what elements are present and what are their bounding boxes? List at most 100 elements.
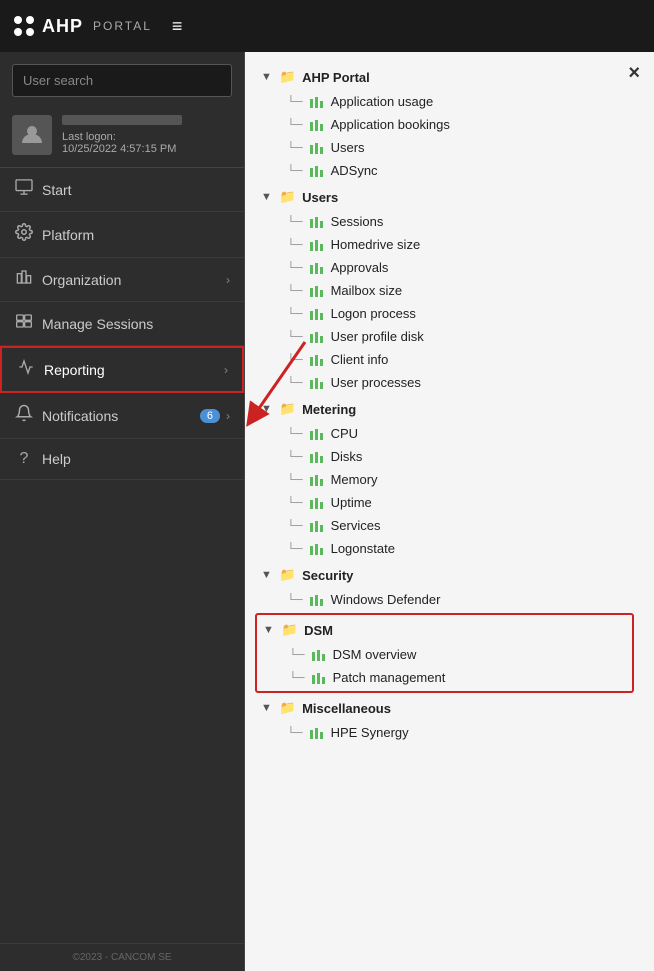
collapse-arrow-icon: ▼ xyxy=(261,403,272,415)
tree-item-services[interactable]: └─ Services xyxy=(283,514,634,537)
tree-item-user-processes[interactable]: └─ User processes xyxy=(283,371,634,394)
logo: AHP PORTAL xyxy=(14,16,152,37)
collapse-arrow-icon: ▼ xyxy=(261,569,272,581)
close-button[interactable]: × xyxy=(628,62,640,85)
tree-children-ahp-portal: └─ Application usage └─ Application book… xyxy=(283,90,634,182)
tree-item-approvals[interactable]: └─ Approvals xyxy=(283,256,634,279)
tree-children-security: └─ Windows Defender xyxy=(283,588,634,611)
collapse-arrow-icon: ▼ xyxy=(263,624,274,636)
sidebar-item-manage-sessions-label: Manage Sessions xyxy=(42,316,153,332)
tree-item-approvals-label: Approvals xyxy=(331,260,389,275)
tree-folder-users[interactable]: ▼ 📁 Users xyxy=(259,184,634,210)
chart-icon xyxy=(309,307,325,321)
sidebar-item-reporting[interactable]: Reporting › xyxy=(0,346,244,393)
tree-item-adsync[interactable]: └─ ADSync xyxy=(283,159,634,182)
tree-item-memory-label: Memory xyxy=(331,472,378,487)
sessions-icon xyxy=(14,313,34,334)
tree-item-user-profile-disk[interactable]: └─ User profile disk xyxy=(283,325,634,348)
tree-item-application-bookings[interactable]: └─ Application bookings xyxy=(283,113,634,136)
tree-item-windows-defender[interactable]: └─ Windows Defender xyxy=(283,588,634,611)
chevron-right-icon: › xyxy=(226,409,230,423)
user-logon-time: 10/25/2022 4:57:15 PM xyxy=(62,143,232,155)
sidebar-item-platform-label: Platform xyxy=(42,227,94,243)
logo-portal: PORTAL xyxy=(93,19,152,33)
chart-icon xyxy=(309,118,325,132)
sidebar-item-manage-sessions[interactable]: Manage Sessions xyxy=(0,302,244,346)
dropdown-scroll[interactable]: ▼ 📁 AHP Portal └─ Application usage └─ A… xyxy=(245,52,654,971)
tree-item-homedrive-size[interactable]: └─ Homedrive size xyxy=(283,233,634,256)
sidebar-item-organization[interactable]: Organization › xyxy=(0,258,244,302)
tree-item-mailbox-size[interactable]: └─ Mailbox size xyxy=(283,279,634,302)
tree-folder-users-label: Users xyxy=(302,190,338,205)
tree-item-cpu[interactable]: └─ CPU xyxy=(283,422,634,445)
logo-text: AHP xyxy=(42,16,83,37)
chart-icon xyxy=(309,496,325,510)
tree-folder-metering[interactable]: ▼ 📁 Metering xyxy=(259,396,634,422)
user-name-bar xyxy=(62,115,182,125)
tree-item-uptime[interactable]: └─ Uptime xyxy=(283,491,634,514)
sidebar-item-notifications[interactable]: Notifications 6 › xyxy=(0,393,244,439)
tree-item-logon-process-label: Logon process xyxy=(331,306,416,321)
user-section: Last logon: 10/25/2022 4:57:15 PM xyxy=(0,105,244,168)
tree-folder-miscellaneous[interactable]: ▼ 📁 Miscellaneous xyxy=(259,695,634,721)
tree-item-users-ahp[interactable]: └─ Users xyxy=(283,136,634,159)
tree-folder-dsm[interactable]: ▼ 📁 DSM xyxy=(261,617,628,643)
search-input[interactable] xyxy=(12,64,232,97)
folder-icon: 📁 xyxy=(280,189,296,205)
dropdown-panel: × ▼ 📁 AHP Portal xyxy=(245,52,654,971)
tree-folder-security[interactable]: ▼ 📁 Security xyxy=(259,562,634,588)
sidebar-item-start[interactable]: Start xyxy=(0,168,244,212)
chart-icon xyxy=(309,141,325,155)
sidebar-item-help-label: Help xyxy=(42,451,71,467)
tree-item-cpu-label: CPU xyxy=(331,426,358,441)
sidebar-item-help[interactable]: ? Help xyxy=(0,439,244,480)
tree-item-logonstate[interactable]: └─ Logonstate xyxy=(283,537,634,560)
header: AHP PORTAL ≡ xyxy=(0,0,654,52)
tree-folder-ahp-portal[interactable]: ▼ 📁 AHP Portal xyxy=(259,64,634,90)
tree-item-adsync-label: ADSync xyxy=(331,163,378,178)
tree-item-hpe-synergy[interactable]: └─ HPE Synergy xyxy=(283,721,634,744)
tree-group-miscellaneous: ▼ 📁 Miscellaneous └─ HPE Synergy xyxy=(259,695,634,744)
menu-icon[interactable]: ≡ xyxy=(172,16,183,37)
tree-folder-dsm-label: DSM xyxy=(304,623,333,638)
search-container xyxy=(0,52,244,105)
chart-icon xyxy=(309,593,325,607)
chart-icon xyxy=(309,726,325,740)
sidebar-item-platform[interactable]: Platform xyxy=(0,212,244,258)
tree-item-sessions[interactable]: └─ Sessions xyxy=(283,210,634,233)
tree-item-client-info[interactable]: └─ Client info xyxy=(283,348,634,371)
chart-icon xyxy=(309,238,325,252)
organization-icon xyxy=(14,269,34,290)
chart-icon xyxy=(309,284,325,298)
chart-icon xyxy=(309,95,325,109)
tree-item-memory[interactable]: └─ Memory xyxy=(283,468,634,491)
sidebar-item-organization-label: Organization xyxy=(42,272,121,288)
avatar xyxy=(12,115,52,155)
tree-item-users-ahp-label: Users xyxy=(331,140,365,155)
tree-item-logon-process[interactable]: └─ Logon process xyxy=(283,302,634,325)
tree-folder-metering-label: Metering xyxy=(302,402,356,417)
tree-item-disks[interactable]: └─ Disks xyxy=(283,445,634,468)
tree-item-hpe-synergy-label: HPE Synergy xyxy=(331,725,409,740)
tree-item-dsm-overview[interactable]: └─ DSM overview xyxy=(285,643,628,666)
sidebar-item-notifications-label: Notifications xyxy=(42,408,118,424)
tree-group-dsm: ▼ 📁 DSM └─ DSM overview └─ xyxy=(259,613,634,693)
chevron-right-icon: › xyxy=(226,273,230,287)
logo-dot xyxy=(26,28,34,36)
tree-folder-miscellaneous-label: Miscellaneous xyxy=(302,701,391,716)
tree-item-user-processes-label: User processes xyxy=(331,375,421,390)
tree-item-sessions-label: Sessions xyxy=(331,214,384,229)
tree-children-users: └─ Sessions └─ Homedrive size └─ Approva… xyxy=(283,210,634,394)
monitor-icon xyxy=(14,179,34,200)
collapse-arrow-icon: ▼ xyxy=(261,702,272,714)
folder-icon: 📁 xyxy=(280,401,296,417)
nav-items: Start Platform Organization xyxy=(0,168,244,943)
tree-item-application-usage[interactable]: └─ Application usage xyxy=(283,90,634,113)
main-layout: Last logon: 10/25/2022 4:57:15 PM Start xyxy=(0,52,654,971)
tree-item-patch-management[interactable]: └─ Patch management xyxy=(285,666,628,689)
user-info: Last logon: 10/25/2022 4:57:15 PM xyxy=(62,115,232,155)
tree-group-security: ▼ 📁 Security └─ Windows Defender xyxy=(259,562,634,611)
logo-dot xyxy=(26,16,34,24)
chart-icon xyxy=(311,648,327,662)
collapse-arrow-icon: ▼ xyxy=(261,191,272,203)
